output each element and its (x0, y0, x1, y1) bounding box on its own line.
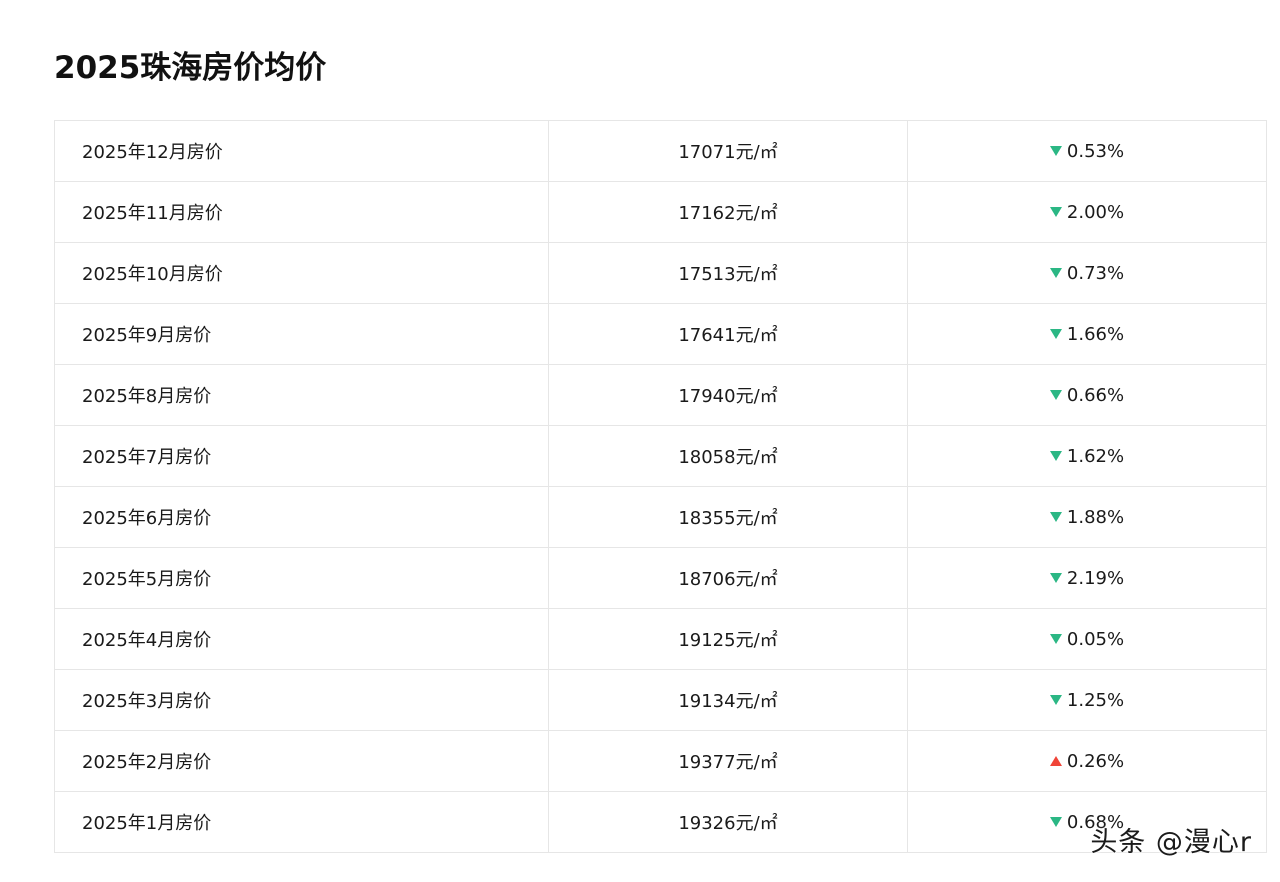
table-row: 2025年2月房价 19377元/㎡ 0.26% (54, 730, 1267, 792)
price-cell: 18058元/㎡ (548, 425, 908, 487)
month-cell: 2025年9月房价 (54, 303, 549, 365)
triangle-up-icon (1049, 755, 1062, 766)
change-value: 0.26% (1066, 750, 1125, 772)
triangle-down-icon (1049, 572, 1062, 583)
month-cell: 2025年11月房价 (54, 181, 549, 243)
price-cell: 18355元/㎡ (548, 486, 908, 548)
change-cell: 0.73% (907, 242, 1267, 304)
price-cell: 19377元/㎡ (548, 730, 908, 792)
table-row: 2025年7月房价 18058元/㎡ 1.62% (54, 425, 1267, 487)
table-row: 2025年11月房价 17162元/㎡ 2.00% (54, 181, 1267, 243)
triangle-down-icon (1049, 328, 1062, 339)
month-cell: 2025年4月房价 (54, 608, 549, 670)
price-cell: 17940元/㎡ (548, 364, 908, 426)
table-row: 2025年10月房价 17513元/㎡ 0.73% (54, 242, 1267, 304)
month-cell: 2025年10月房价 (54, 242, 549, 304)
triangle-down-icon (1049, 206, 1062, 217)
price-table-body: 2025年12月房价 17071元/㎡ 0.53% 2025年11月房价 17162元/… (54, 120, 1267, 853)
change-cell: 1.66% (907, 303, 1267, 365)
change-value: 2.00% (1066, 201, 1125, 223)
price-cell: 19125元/㎡ (548, 608, 908, 670)
triangle-down-icon (1049, 511, 1062, 522)
price-table: 2025年12月房价 17071元/㎡ 0.53% 2025年11月房价 17162元/… (54, 120, 1267, 853)
change-cell: 2.19% (907, 547, 1267, 609)
change-value: 0.05% (1066, 628, 1125, 650)
table-row: 2025年9月房价 17641元/㎡ 1.66% (54, 303, 1267, 365)
change-value: 1.88% (1066, 506, 1125, 528)
change-value: 1.62% (1066, 445, 1125, 467)
triangle-down-icon (1049, 694, 1062, 705)
table-row: 2025年1月房价 19326元/㎡ 0.68% (54, 791, 1267, 853)
triangle-down-icon (1049, 389, 1062, 400)
page-title: 2025珠海房价均价 (54, 50, 327, 86)
change-cell: 2.00% (907, 181, 1267, 243)
change-value: 2.19% (1066, 567, 1125, 589)
table-row: 2025年6月房价 18355元/㎡ 1.88% (54, 486, 1267, 548)
table-row: 2025年5月房价 18706元/㎡ 2.19% (54, 547, 1267, 609)
triangle-down-icon (1049, 145, 1062, 156)
month-cell: 2025年5月房价 (54, 547, 549, 609)
change-value: 0.73% (1066, 262, 1125, 284)
change-value: 0.53% (1066, 140, 1125, 162)
watermark: 头条 @漫心r (1090, 827, 1252, 858)
table-row: 2025年12月房价 17071元/㎡ 0.53% (54, 120, 1267, 182)
month-cell: 2025年1月房价 (54, 791, 549, 853)
triangle-down-icon (1049, 633, 1062, 644)
triangle-down-icon (1049, 450, 1062, 461)
table-row: 2025年8月房价 17940元/㎡ 0.66% (54, 364, 1267, 426)
table-row: 2025年4月房价 19125元/㎡ 0.05% (54, 608, 1267, 670)
change-value: 1.66% (1066, 323, 1125, 345)
change-cell: 1.62% (907, 425, 1267, 487)
change-cell: 0.05% (907, 608, 1267, 670)
price-cell: 19134元/㎡ (548, 669, 908, 731)
price-cell: 17513元/㎡ (548, 242, 908, 304)
month-cell: 2025年2月房价 (54, 730, 549, 792)
price-cell: 19326元/㎡ (548, 791, 908, 853)
change-cell: 1.88% (907, 486, 1267, 548)
month-cell: 2025年8月房价 (54, 364, 549, 426)
month-cell: 2025年7月房价 (54, 425, 549, 487)
price-cell: 17071元/㎡ (548, 120, 908, 182)
change-value: 1.25% (1066, 689, 1125, 711)
change-cell: 1.25% (907, 669, 1267, 731)
change-cell: 0.53% (907, 120, 1267, 182)
triangle-down-icon (1049, 816, 1062, 827)
change-cell: 0.26% (907, 730, 1267, 792)
month-cell: 2025年6月房价 (54, 486, 549, 548)
month-cell: 2025年12月房价 (54, 120, 549, 182)
month-cell: 2025年3月房价 (54, 669, 549, 731)
change-cell: 0.66% (907, 364, 1267, 426)
price-cell: 17162元/㎡ (548, 181, 908, 243)
price-cell: 17641元/㎡ (548, 303, 908, 365)
price-cell: 18706元/㎡ (548, 547, 908, 609)
triangle-down-icon (1049, 267, 1062, 278)
table-row: 2025年3月房价 19134元/㎡ 1.25% (54, 669, 1267, 731)
change-value: 0.66% (1066, 384, 1125, 406)
